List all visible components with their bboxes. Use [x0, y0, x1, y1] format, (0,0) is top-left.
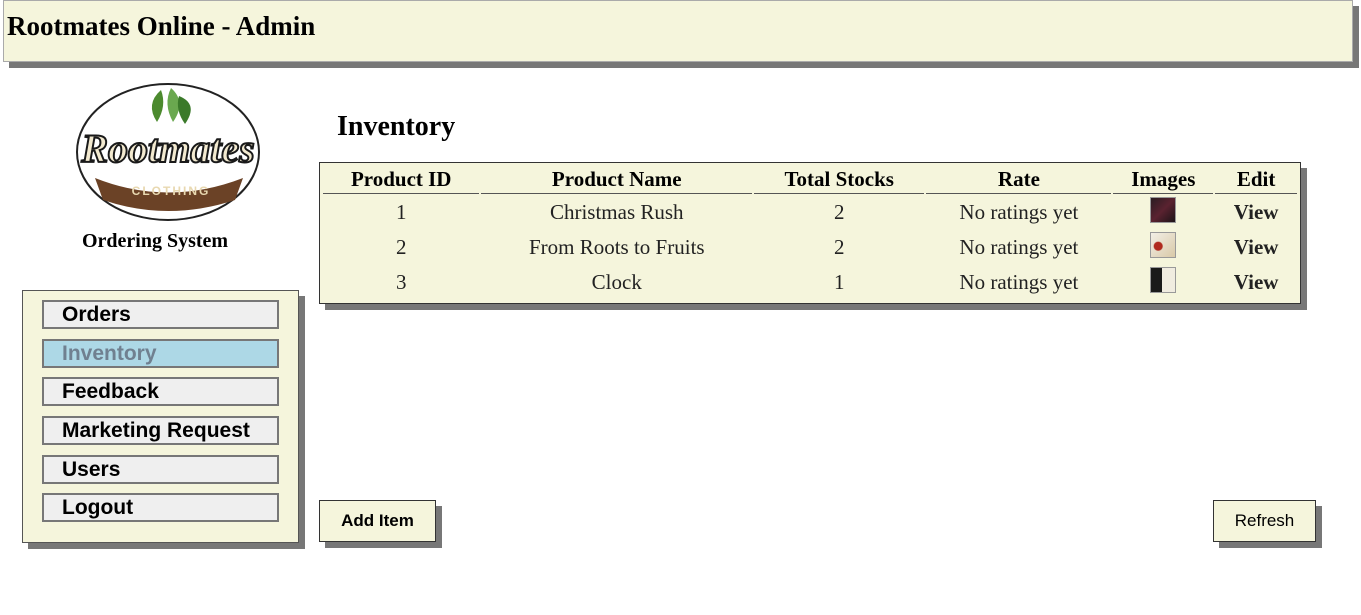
rate-cell: No ratings yet [959, 200, 1079, 224]
rootmates-logo: Rootmates CLOTHING [75, 82, 261, 222]
rate-cell: No ratings yet [959, 270, 1079, 294]
refresh-button[interactable]: Refresh [1213, 500, 1316, 542]
product-id-cell: 2 [395, 235, 407, 259]
column-header-images: Images [1113, 166, 1214, 194]
column-header-product-id: Product ID [323, 166, 480, 194]
sidebar-nav: Orders Inventory Feedback Marketing Requ… [22, 290, 299, 543]
system-subtitle: Ordering System [81, 230, 229, 252]
column-header-edit: Edit [1215, 166, 1297, 194]
inventory-table-panel: Product ID Product Name Total Stocks Rat… [319, 162, 1301, 304]
sidebar-item-inventory[interactable]: Inventory [42, 339, 279, 368]
total-stocks-cell: 2 [833, 235, 845, 259]
table-row: 2 From Roots to Fruits 2 No ratings yet … [323, 231, 1297, 264]
add-item-button[interactable]: Add Item [319, 500, 436, 542]
product-thumbnail-image[interactable] [1150, 267, 1177, 294]
table-row: 1 Christmas Rush 2 No ratings yet View [323, 196, 1297, 229]
logo-main-text: Rootmates [80, 126, 254, 171]
product-name-cell: Christmas Rush [549, 200, 684, 224]
inventory-table: Product ID Product Name Total Stocks Rat… [321, 164, 1299, 301]
product-thumbnail-image[interactable] [1150, 197, 1177, 224]
product-thumbnail-image[interactable] [1150, 232, 1177, 259]
sidebar-item-marketing-request[interactable]: Marketing Request [42, 416, 279, 445]
sidebar-item-feedback[interactable]: Feedback [42, 377, 279, 406]
product-id-cell: 1 [395, 200, 407, 224]
table-row: 3 Clock 1 No ratings yet View [323, 266, 1297, 299]
image-cell [1113, 266, 1213, 299]
total-stocks-cell: 2 [833, 200, 845, 224]
view-link[interactable]: View [1215, 266, 1297, 299]
column-header-total-stocks: Total Stocks [754, 166, 925, 194]
image-cell [1113, 196, 1213, 229]
page-title: Inventory [337, 111, 456, 142]
table-header-row: Product ID Product Name Total Stocks Rat… [323, 166, 1297, 194]
view-link[interactable]: View [1215, 231, 1297, 264]
sidebar-item-orders[interactable]: Orders [42, 300, 279, 329]
column-header-rate: Rate [926, 166, 1112, 194]
logo-sub-text: CLOTHING [132, 184, 211, 198]
view-link[interactable]: View [1215, 196, 1297, 229]
column-header-product-name: Product Name [481, 166, 753, 194]
rate-cell: No ratings yet [959, 235, 1079, 259]
app-header: Rootmates Online - Admin [3, 0, 1353, 62]
product-id-cell: 3 [395, 270, 407, 294]
product-name-cell: From Roots to Fruits [528, 235, 705, 259]
total-stocks-cell: 1 [833, 270, 845, 294]
sidebar-item-logout[interactable]: Logout [42, 493, 279, 522]
app-title: Rootmates Online - Admin [7, 11, 316, 41]
product-name-cell: Clock [591, 270, 642, 294]
sidebar-item-users[interactable]: Users [42, 455, 279, 484]
image-cell [1113, 231, 1213, 264]
